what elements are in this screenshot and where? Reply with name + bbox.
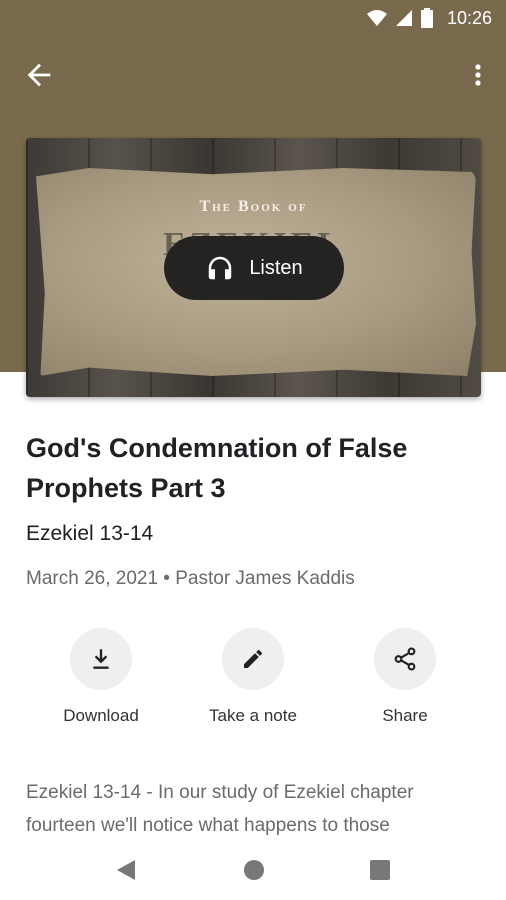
sermon-description: Ezekiel 13-14 - In our study of Ezekiel … bbox=[26, 782, 414, 836]
nav-back-icon[interactable] bbox=[115, 858, 137, 882]
nav-recents-icon[interactable] bbox=[369, 858, 391, 882]
listen-label: Listen bbox=[249, 256, 303, 279]
download-label: Download bbox=[63, 706, 139, 725]
clock: 10:26 bbox=[446, 7, 492, 28]
share-icon bbox=[394, 647, 416, 671]
back-button[interactable] bbox=[22, 58, 56, 92]
system-nav-bar bbox=[0, 840, 506, 900]
take-note-button[interactable]: Take a note bbox=[178, 628, 328, 726]
artwork-line-1: The Book of bbox=[199, 198, 308, 215]
pencil-icon bbox=[244, 649, 263, 668]
scripture-reference: Ezekiel 13-14 bbox=[26, 522, 154, 545]
download-button[interactable]: Download bbox=[26, 628, 176, 726]
arrow-left-icon bbox=[27, 63, 51, 87]
action-row: Download Take a note Share bbox=[0, 628, 506, 738]
wifi-icon bbox=[366, 10, 387, 26]
battery-icon bbox=[420, 8, 433, 28]
download-circle[interactable] bbox=[70, 628, 132, 690]
take-note-label: Take a note bbox=[209, 706, 297, 725]
sermon-artwork: The Book of EZEKIEL Listen bbox=[26, 138, 481, 397]
listen-button[interactable]: Listen bbox=[164, 236, 344, 300]
share-label: Share bbox=[382, 706, 428, 725]
app-bar bbox=[0, 48, 506, 100]
take-note-circle[interactable] bbox=[222, 628, 284, 690]
share-circle[interactable] bbox=[374, 628, 436, 690]
headphones-icon bbox=[209, 256, 232, 280]
more-vert-icon bbox=[475, 64, 481, 86]
sermon-title: God's Condemnation of False Prophets Par… bbox=[26, 433, 408, 503]
status-bar: 10:26 bbox=[0, 0, 506, 36]
nav-home-icon[interactable] bbox=[243, 858, 265, 882]
sermon-meta: March 26, 2021 • Pastor James Kaddis bbox=[26, 568, 355, 589]
more-options-button[interactable] bbox=[466, 58, 490, 92]
share-button[interactable]: Share bbox=[330, 628, 480, 726]
download-icon bbox=[93, 649, 109, 669]
signal-icon bbox=[395, 10, 412, 26]
